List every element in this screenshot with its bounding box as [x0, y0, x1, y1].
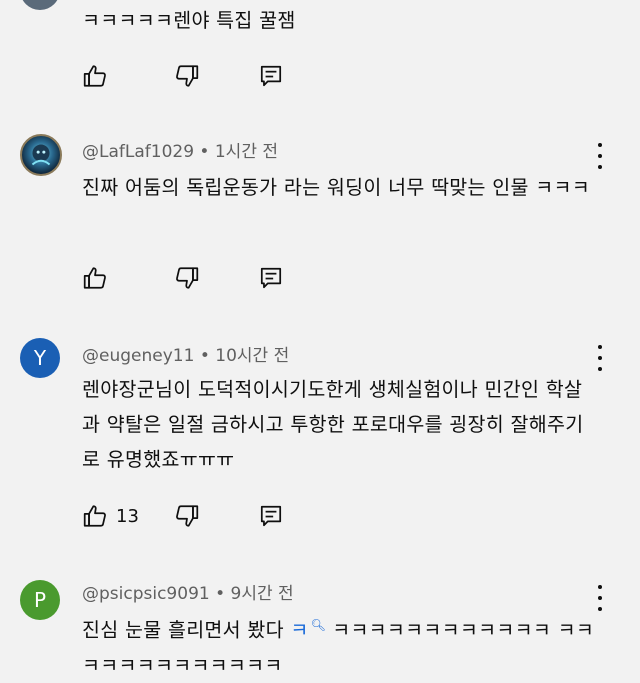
meta-separator: • — [215, 584, 231, 604]
dislike-button[interactable] — [174, 263, 200, 293]
avatar[interactable] — [20, 134, 62, 176]
thumbs-down-icon — [176, 267, 199, 289]
dislike-button[interactable] — [174, 501, 200, 531]
comment-actions — [82, 61, 342, 91]
comment-text: 렌야장군님이 도덕적이시기도한게 생체실험이나 민간인 학살과 약탈은 일절 금… — [82, 378, 584, 471]
search-link[interactable]: ㅋ — [290, 619, 308, 642]
reply-button[interactable] — [258, 263, 284, 293]
search-icon[interactable]: 🔍︎ — [311, 618, 327, 632]
reply-button[interactable] — [258, 501, 284, 531]
comment-actions — [82, 263, 342, 293]
author-name[interactable]: @LafLaf1029 — [82, 142, 194, 162]
like-count: 13 — [116, 505, 139, 527]
like-button[interactable] — [82, 61, 108, 91]
comment-actions: 13 — [82, 501, 342, 531]
reply-comment-icon — [260, 505, 282, 527]
author-name[interactable]: @eugeney11 — [82, 346, 194, 366]
thumbs-down-icon — [176, 505, 199, 527]
meta-separator: • — [199, 346, 216, 366]
thumbs-up-icon — [83, 65, 106, 87]
thumbs-up-icon — [83, 505, 106, 527]
meta-separator: • — [199, 142, 215, 162]
comment-time: 9시간 전 — [230, 584, 294, 604]
avatar-letter: Y — [33, 346, 47, 370]
thumbs-up-icon — [83, 267, 106, 289]
comment-text-prefix: 진심 눈물 흘리면서 봤다 — [82, 618, 291, 642]
comment-text: ㅋㅋㅋㅋㅋ렌야 특집 꿀잼 — [82, 9, 296, 32]
comment-meta: @eugeney11 • 10시간 전 — [82, 341, 289, 366]
comment-meta: @LafLaf1029 • 1시간 전 — [82, 137, 278, 162]
avatar-letter: P — [33, 588, 47, 612]
comment-text: 진심 눈물 흘리면서 봤다 ㅋ 🔍︎ ㅋㅋㅋㅋㅋㅋㅋㅋㅋㅋㅋㅋ ㅋㅋㅋㅋㅋㅋㅋㅋㅋㅋ… — [82, 608, 602, 683]
creature-avatar-image — [31, 144, 51, 166]
dislike-button[interactable] — [174, 61, 200, 91]
comment-time: 10시간 전 — [215, 346, 290, 366]
reply-button[interactable] — [258, 61, 284, 91]
comment-meta: @psicpsic9091 • 9시간 전 — [82, 579, 294, 604]
more-vert-icon[interactable] — [592, 345, 608, 371]
like-button[interactable] — [82, 263, 108, 293]
more-vert-icon[interactable] — [592, 143, 608, 169]
thumbs-down-icon — [176, 65, 199, 87]
avatar[interactable] — [20, 0, 60, 10]
like-button[interactable]: 13 — [82, 501, 139, 531]
reply-comment-icon — [260, 65, 282, 87]
author-name[interactable]: @psicpsic9091 — [82, 584, 210, 604]
reply-comment-icon — [260, 267, 282, 289]
avatar[interactable]: Y — [20, 338, 60, 378]
comment-text: 진짜 어둠의 독립운동가 라는 워딩이 너무 딱맞는 인물 ㅋㅋㅋ — [82, 176, 590, 199]
avatar[interactable]: P — [20, 580, 60, 620]
comment-time: 1시간 전 — [214, 142, 278, 162]
